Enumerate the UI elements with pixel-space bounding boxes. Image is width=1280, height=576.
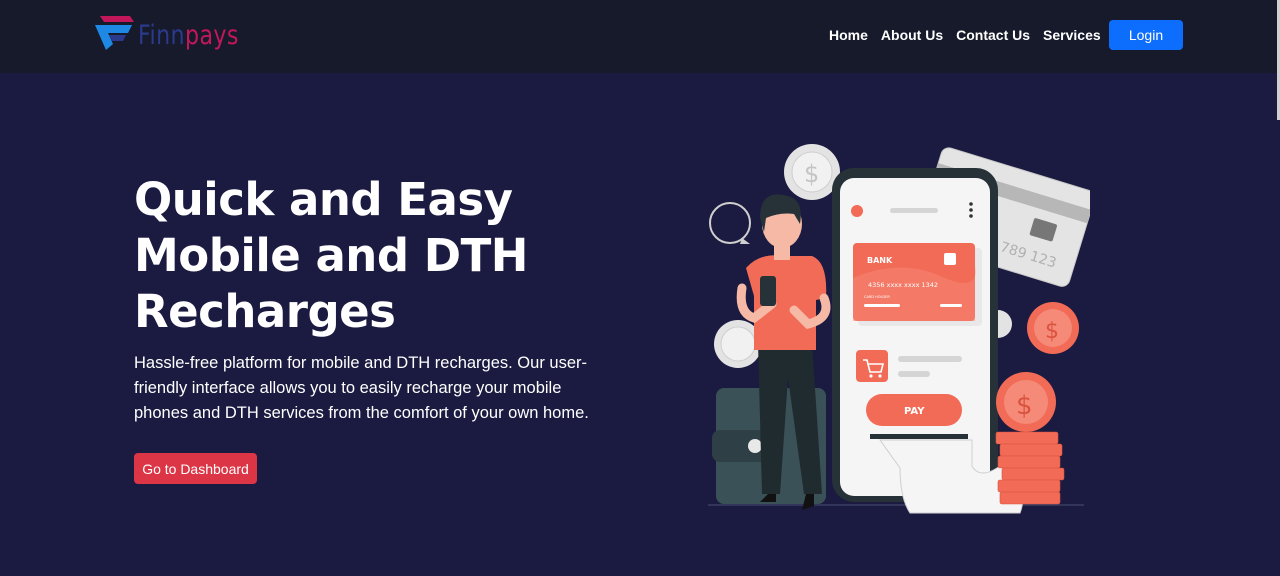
brand-logo[interactable]: Finnpays xyxy=(94,14,261,54)
finnpays-logo-icon xyxy=(95,16,134,50)
hero-title: Quick and Easy Mobile and DTH Recharges xyxy=(134,173,528,338)
nav-services-link[interactable]: Services xyxy=(1043,27,1101,44)
nav-contact-link[interactable]: Contact Us xyxy=(956,27,1030,44)
card-number: 4356 xxxx xxxx 1342 xyxy=(868,281,938,289)
brand-name: Finnpays xyxy=(138,19,239,51)
go-to-dashboard-button[interactable]: Go to Dashboard xyxy=(134,453,257,484)
coin-dollar-icon: $ xyxy=(804,160,819,188)
navbar: Finnpays Home About Us Contact Us Servic… xyxy=(0,0,1280,73)
coral-coin-dollar-icon: $ xyxy=(1045,319,1059,344)
nav-about-link[interactable]: About Us xyxy=(881,27,943,44)
nav-home-link[interactable]: Home xyxy=(829,27,868,44)
card-holder: CARD HOLDER xyxy=(864,295,890,299)
nav-links: Home About Us Contact Us Services xyxy=(829,27,1101,44)
hero-description: Hassle-free platform for mobile and DTH … xyxy=(134,354,589,422)
card-bank-label: BANK xyxy=(867,256,893,265)
pay-label: PAY xyxy=(904,406,925,417)
mobile-payment-illustration: 789 123 $ BANK 4356 xxxx xxxx 1342 CARD … xyxy=(708,144,1090,514)
login-button[interactable]: Login xyxy=(1109,20,1183,50)
coral-coin-large-dollar-icon: $ xyxy=(1016,391,1033,421)
